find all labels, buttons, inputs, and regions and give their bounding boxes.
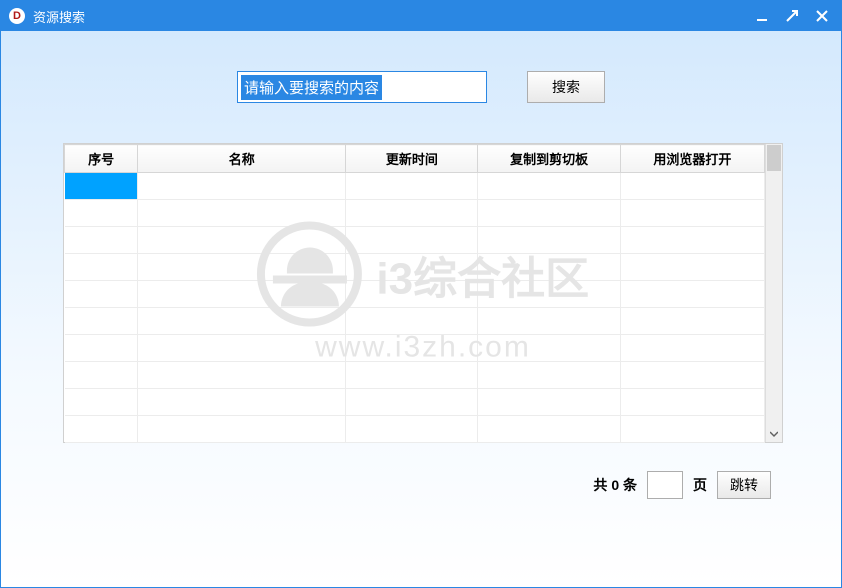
table-row[interactable] <box>65 227 765 254</box>
col-copy[interactable]: 复制到剪切板 <box>478 145 620 173</box>
close-button[interactable] <box>807 1 837 31</box>
table-row[interactable] <box>65 362 765 389</box>
table-body <box>65 173 765 443</box>
results-table: 序号 名称 更新时间 复制到剪切板 用浏览器打开 <box>64 144 765 443</box>
maximize-button[interactable] <box>777 1 807 31</box>
table-row[interactable] <box>65 173 765 200</box>
search-button[interactable]: 搜索 <box>527 71 605 103</box>
table-row[interactable] <box>65 416 765 443</box>
jump-button[interactable]: 跳转 <box>717 471 771 499</box>
minimize-button[interactable] <box>747 1 777 31</box>
table-row[interactable] <box>65 200 765 227</box>
app-icon: D <box>9 8 25 24</box>
total-label: 共 0 条 <box>593 475 637 495</box>
table-row[interactable] <box>65 254 765 281</box>
col-name[interactable]: 名称 <box>138 145 346 173</box>
scrollbar-thumb[interactable] <box>767 145 781 171</box>
table-row[interactable] <box>65 281 765 308</box>
search-input[interactable] <box>237 71 487 103</box>
page-unit-label: 页 <box>693 475 707 495</box>
search-input-wrap: 请输入要搜索的内容 <box>237 71 487 103</box>
col-index[interactable]: 序号 <box>65 145 138 173</box>
col-updated[interactable]: 更新时间 <box>346 145 478 173</box>
pagination-footer: 共 0 条 页 跳转 <box>31 471 771 499</box>
page-input[interactable] <box>647 471 683 499</box>
table-row[interactable] <box>65 308 765 335</box>
window-title: 资源搜索 <box>33 7 747 26</box>
table-row[interactable] <box>65 335 765 362</box>
table-header-row: 序号 名称 更新时间 复制到剪切板 用浏览器打开 <box>65 145 765 173</box>
table-scrollbar[interactable] <box>765 144 782 442</box>
window-body: 请输入要搜索的内容 搜索 序号 名称 更新时间 复制到剪切板 用浏览器打开 <box>1 31 841 587</box>
titlebar[interactable]: D 资源搜索 <box>1 1 841 31</box>
search-row: 请输入要搜索的内容 搜索 <box>31 71 811 103</box>
app-window: D 资源搜索 请输入要搜索的内容 搜索 <box>0 0 842 588</box>
scrollbar-down-icon[interactable] <box>766 425 782 442</box>
table-row[interactable] <box>65 389 765 416</box>
col-open[interactable]: 用浏览器打开 <box>620 145 764 173</box>
results-table-wrap: 序号 名称 更新时间 复制到剪切板 用浏览器打开 <box>63 143 783 443</box>
